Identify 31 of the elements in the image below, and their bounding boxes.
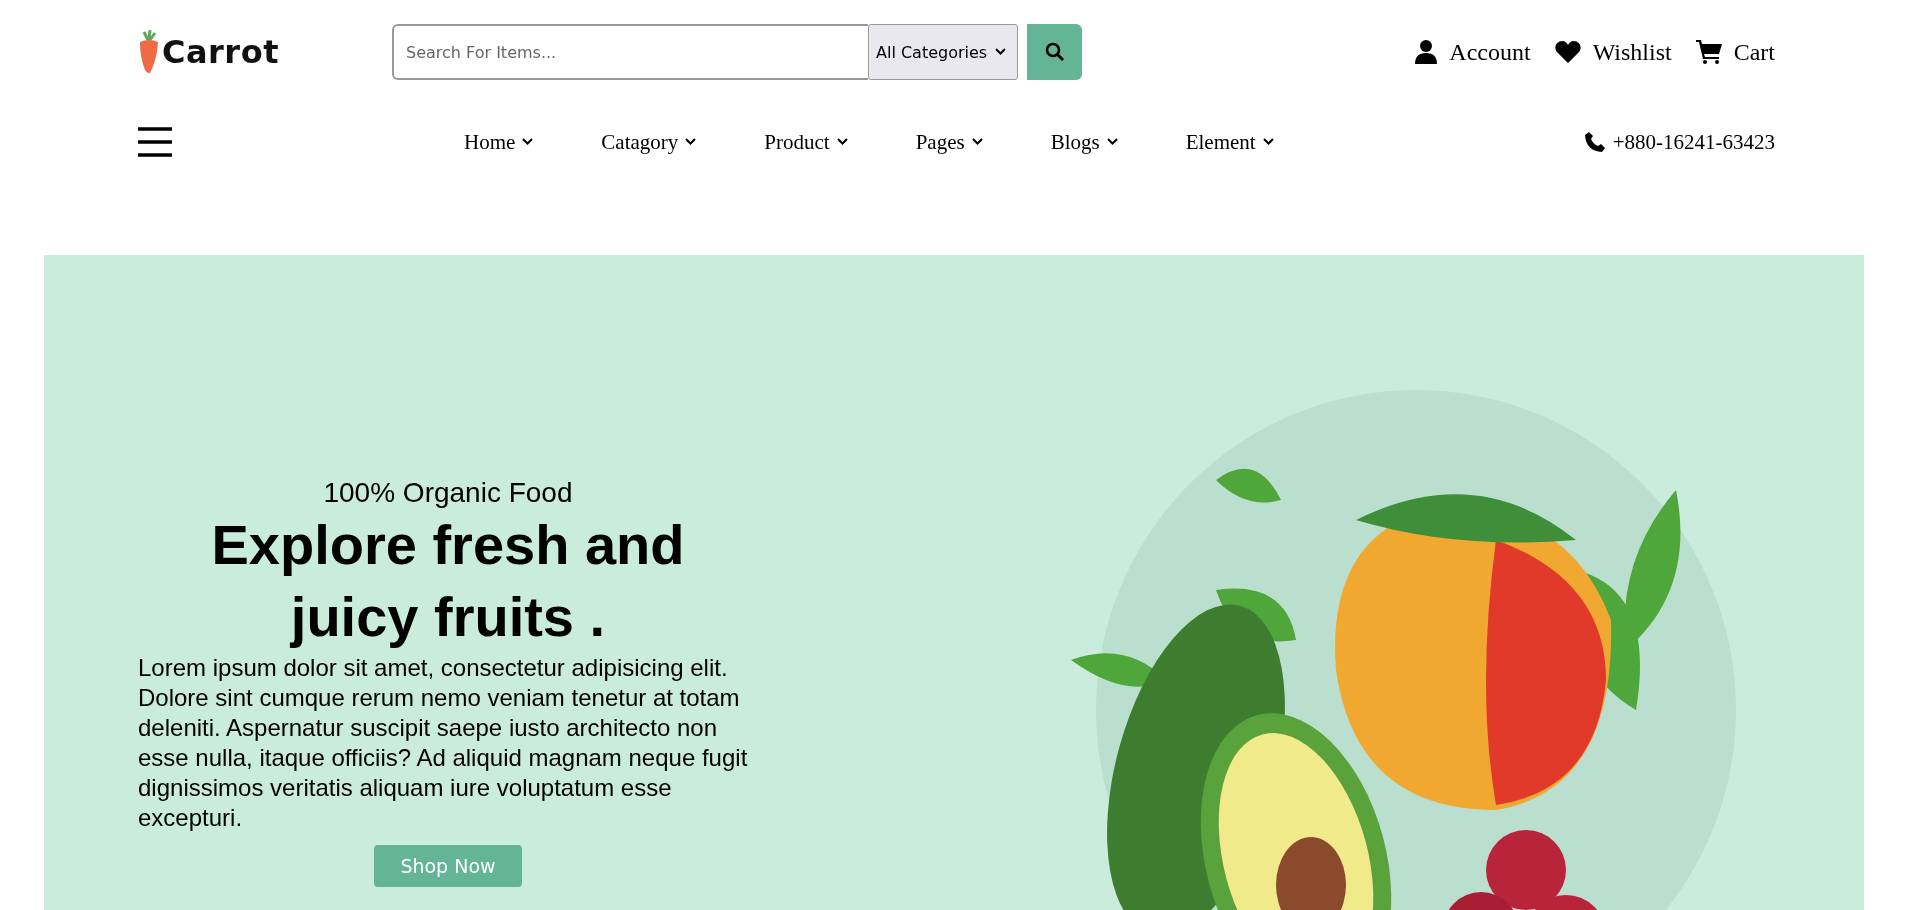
header-link[interactable]: Account <box>1415 38 1531 66</box>
hero-heading: Explore fresh and juicy fruits . <box>210 512 686 650</box>
search-field[interactable]: Search For Items... <box>392 24 868 80</box>
nav-link[interactable]: Catagory <box>567 129 731 155</box>
cart-icon <box>1695 40 1722 64</box>
chevron-down-icon <box>522 138 534 146</box>
chevron-down-icon <box>1262 138 1274 146</box>
nav-link[interactable]: Pages <box>881 129 1017 155</box>
search-icon <box>1044 42 1065 62</box>
nav-link[interactable]: Element <box>1151 129 1308 155</box>
hero-eyebrow: 100% Organic Food <box>323 477 573 509</box>
category-dropdown[interactable]: All Categories <box>868 24 1018 80</box>
nav-link[interactable]: Blogs <box>1016 129 1152 155</box>
hero-description: Lorem ipsum dolor sit amet, consectetur adipisicing elit. Dolore sint cumque rerum nemo veniam tenetur at totam deleniti. Aspernatur suscipit saepe iusto architecto non esse nulla, itaque officiis? Ad aliquid magnam neque fugit dignissimos veritatis aliquam iure voluptatum esse excepturi. <box>138 653 749 833</box>
nav-link[interactable]: Product <box>730 129 882 155</box>
search-button[interactable] <box>1027 24 1082 80</box>
chevron-down-icon <box>971 138 983 146</box>
logo-text[interactable]: Carrot <box>162 33 279 71</box>
header-link[interactable]: Wishlist <box>1554 38 1672 66</box>
chevron-down-icon <box>995 48 1007 56</box>
header-link[interactable]: Cart <box>1695 38 1775 66</box>
menu-icon[interactable] <box>138 127 172 157</box>
nav-link[interactable]: Home <box>430 129 568 155</box>
carrot-icon <box>138 30 160 74</box>
chevron-down-icon <box>1106 138 1118 146</box>
heart-icon <box>1554 41 1581 63</box>
chevron-down-icon <box>685 138 697 146</box>
phone-number: +880-16241-63423 <box>1612 129 1775 155</box>
phone-icon <box>1584 132 1605 152</box>
user-icon <box>1415 40 1438 64</box>
chevron-down-icon <box>836 138 848 146</box>
